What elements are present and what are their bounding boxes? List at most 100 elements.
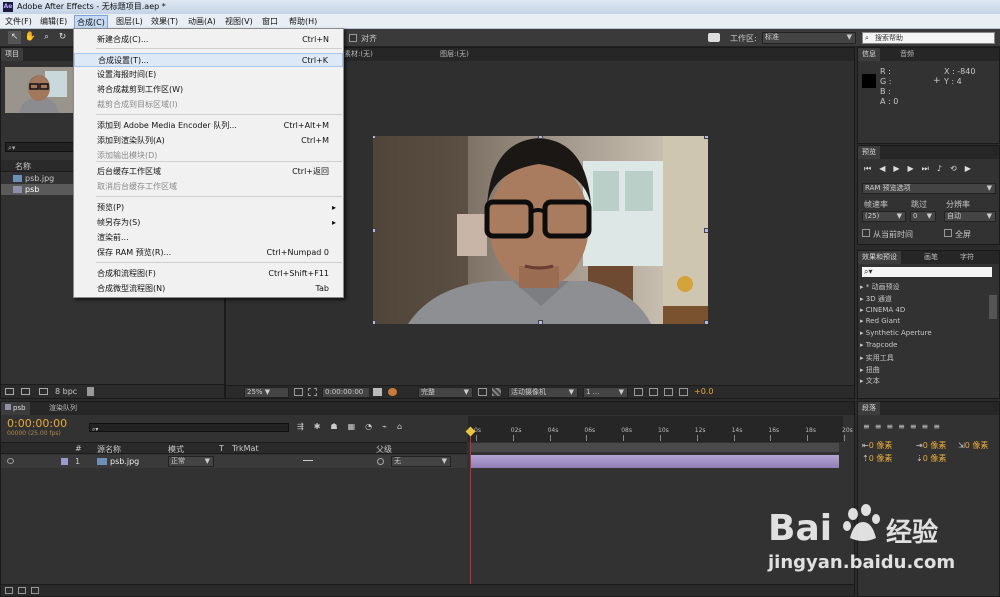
first-frame-icon[interactable]: ⏮ [864,164,879,173]
hand-tool-icon[interactable]: ✋ [24,31,37,44]
effects-category[interactable]: ▸ 3D 通道 [860,294,892,305]
blend-mode-select[interactable]: 正常 ▼ [168,456,214,467]
effects-category[interactable]: ▸ Trapcode [860,341,898,352]
interpret-footage-icon[interactable] [5,388,14,395]
parent-select[interactable]: 无 ▼ [391,456,451,467]
justify-all-icon[interactable]: ≡ [933,422,945,431]
column-parent[interactable]: 父级 [376,444,392,455]
column-trkmat[interactable]: TrkMat [232,444,259,453]
space-before-field[interactable]: ⇡0 像素 [862,453,892,464]
snap-checkbox[interactable] [349,34,357,42]
menu-item[interactable]: 合成和流程图(F) Ctrl+Shift+F11 [74,267,343,281]
align-center-icon[interactable]: ≡ [875,422,887,431]
effects-category[interactable]: ▸ Synthetic Aperture [860,329,932,340]
tab-audio[interactable]: 音频 [896,48,918,61]
effects-category[interactable]: ▸ 文本 [860,376,880,387]
column-mode[interactable]: 模式 [168,444,184,455]
camera-view-icon[interactable] [708,33,720,42]
transform-handle[interactable] [538,136,543,139]
play-icon[interactable]: ▶ [893,164,907,173]
trash-icon[interactable] [87,387,94,396]
menu-item[interactable]: 后台缓存工作区域 Ctrl+返回 [74,165,343,179]
justify-left-icon[interactable]: ≡ [898,422,910,431]
color-channel-icon[interactable] [388,388,397,396]
prev-frame-icon[interactable]: ◀ [879,164,893,173]
magnification-select[interactable]: 25% ▼ [244,387,289,398]
effects-category[interactable]: ▸ 实用工具 [860,353,894,364]
menu-item[interactable]: 设置海报时间(E) [74,68,343,82]
menu-item[interactable]: 帧另存为(S) ▸ [74,216,343,230]
timeline-timecode[interactable]: 0:00:00:00 [7,417,67,430]
in-out-toggle-icon[interactable] [31,587,39,594]
current-time-indicator[interactable] [470,430,471,596]
table-row[interactable]: 1 psb.jpg 正常 ▼ 无 ▼ [1,455,467,468]
timeline-search-input[interactable]: ⌕▾ [89,423,289,433]
view-layout-select[interactable]: 1 ... ▼ [583,387,628,398]
transform-handle[interactable] [373,136,376,139]
label-color-icon[interactable] [61,458,68,465]
justify-right-icon[interactable]: ≡ [922,422,934,431]
current-time-field[interactable]: 0:00:00:00 [322,387,370,398]
menu-item[interactable]: 添加到渲染队列(A) Ctrl+M [74,134,343,148]
layer-switches-toggle-icon[interactable] [5,587,13,594]
transform-handle[interactable] [704,320,708,324]
motion-blur-icon[interactable]: ◔ [365,422,382,431]
menu-animation[interactable]: 动画(A) [188,14,216,29]
menu-item[interactable]: 将合成裁剪到工作区(W) [74,83,343,97]
menu-help[interactable]: 帮助(H) [289,14,317,29]
align-right-icon[interactable]: ≡ [886,422,898,431]
menu-item[interactable]: 合成微型流程图(N) Tab [74,282,343,296]
menu-item[interactable]: 预览(P) ▸ [74,201,343,215]
indent-right-field[interactable]: ⇥0 像素 [916,440,946,451]
tab-render-queue[interactable]: 渲染队列 [45,402,81,415]
transform-handle[interactable] [373,228,376,233]
tab-preview[interactable]: 预览 [858,146,880,159]
visibility-eye-icon[interactable] [7,458,14,464]
hide-shy-icon[interactable]: ☗ [330,422,347,431]
frame-rate-select[interactable]: (25) ▼ [862,211,906,222]
graph-editor-icon[interactable]: ⌁ [382,422,397,431]
ram-preview-options-select[interactable]: RAM 预览选项 ▼ [862,183,996,194]
tab-composition-psb[interactable]: psb [1,402,30,415]
justify-center-icon[interactable]: ≡ [910,422,922,431]
transform-handle[interactable] [373,320,376,324]
tab-project[interactable]: 项目 [1,48,23,61]
project-search-input[interactable]: ⌕▾ [5,142,75,152]
effects-category[interactable]: ▸ 扭曲 [860,365,880,376]
region-of-interest-icon[interactable] [478,388,487,396]
column-source-name[interactable]: 源名称 [97,444,121,455]
rotate-tool-icon[interactable]: ↻ [56,31,69,44]
tab-character[interactable]: 字符 [956,251,978,264]
menu-item[interactable]: 新建合成(C)... Ctrl+N [74,33,343,47]
pick-whip-icon[interactable] [377,458,384,465]
transform-handle[interactable] [538,320,543,324]
menu-view[interactable]: 视图(V) [225,14,253,29]
transform-handle[interactable] [704,228,708,233]
quality-icon[interactable] [303,460,313,461]
zoom-tool-icon[interactable]: ⌕ [40,31,53,44]
ram-preview-icon[interactable]: ▶ [965,164,979,173]
effects-category[interactable]: ▸ CINEMA 4D [860,306,905,317]
timeline-icon[interactable] [664,388,673,396]
menu-item[interactable]: 渲染前... [74,231,343,245]
indent-first-field[interactable]: ⇲0 像素 [958,440,988,451]
layer-duration-bar[interactable] [471,455,839,468]
next-frame-icon[interactable]: ▶ [908,164,922,173]
resolution-preview-select[interactable]: 自动 ▼ [944,211,996,222]
frame-blending-icon[interactable]: ▦ [348,422,366,431]
tab-brushes[interactable]: 画笔 [920,251,942,264]
from-current-time-checkbox[interactable] [862,229,870,237]
transparency-grid-icon[interactable] [492,388,501,396]
tab-effects-presets[interactable]: 效果和预设 [858,251,901,264]
toggle-pixel-aspect-icon[interactable] [634,388,643,396]
bit-depth[interactable]: 8 bpc [55,387,77,396]
menu-layer[interactable]: 图层(L) [116,14,143,29]
draft-3d-icon[interactable]: ✱ [314,422,331,431]
menu-item[interactable]: 保存 RAM 预览(R)... Ctrl+Numpad 0 [74,246,343,260]
tab-paragraph[interactable]: 段落 [858,402,880,415]
menu-effect[interactable]: 效果(T) [151,14,178,29]
effects-category[interactable]: ▸ * 动画预设 [860,282,899,293]
flowchart-icon[interactable] [679,388,688,396]
mask-visibility-icon[interactable] [308,388,317,396]
help-search-input[interactable]: ⌕ 搜索帮助 [862,32,995,44]
